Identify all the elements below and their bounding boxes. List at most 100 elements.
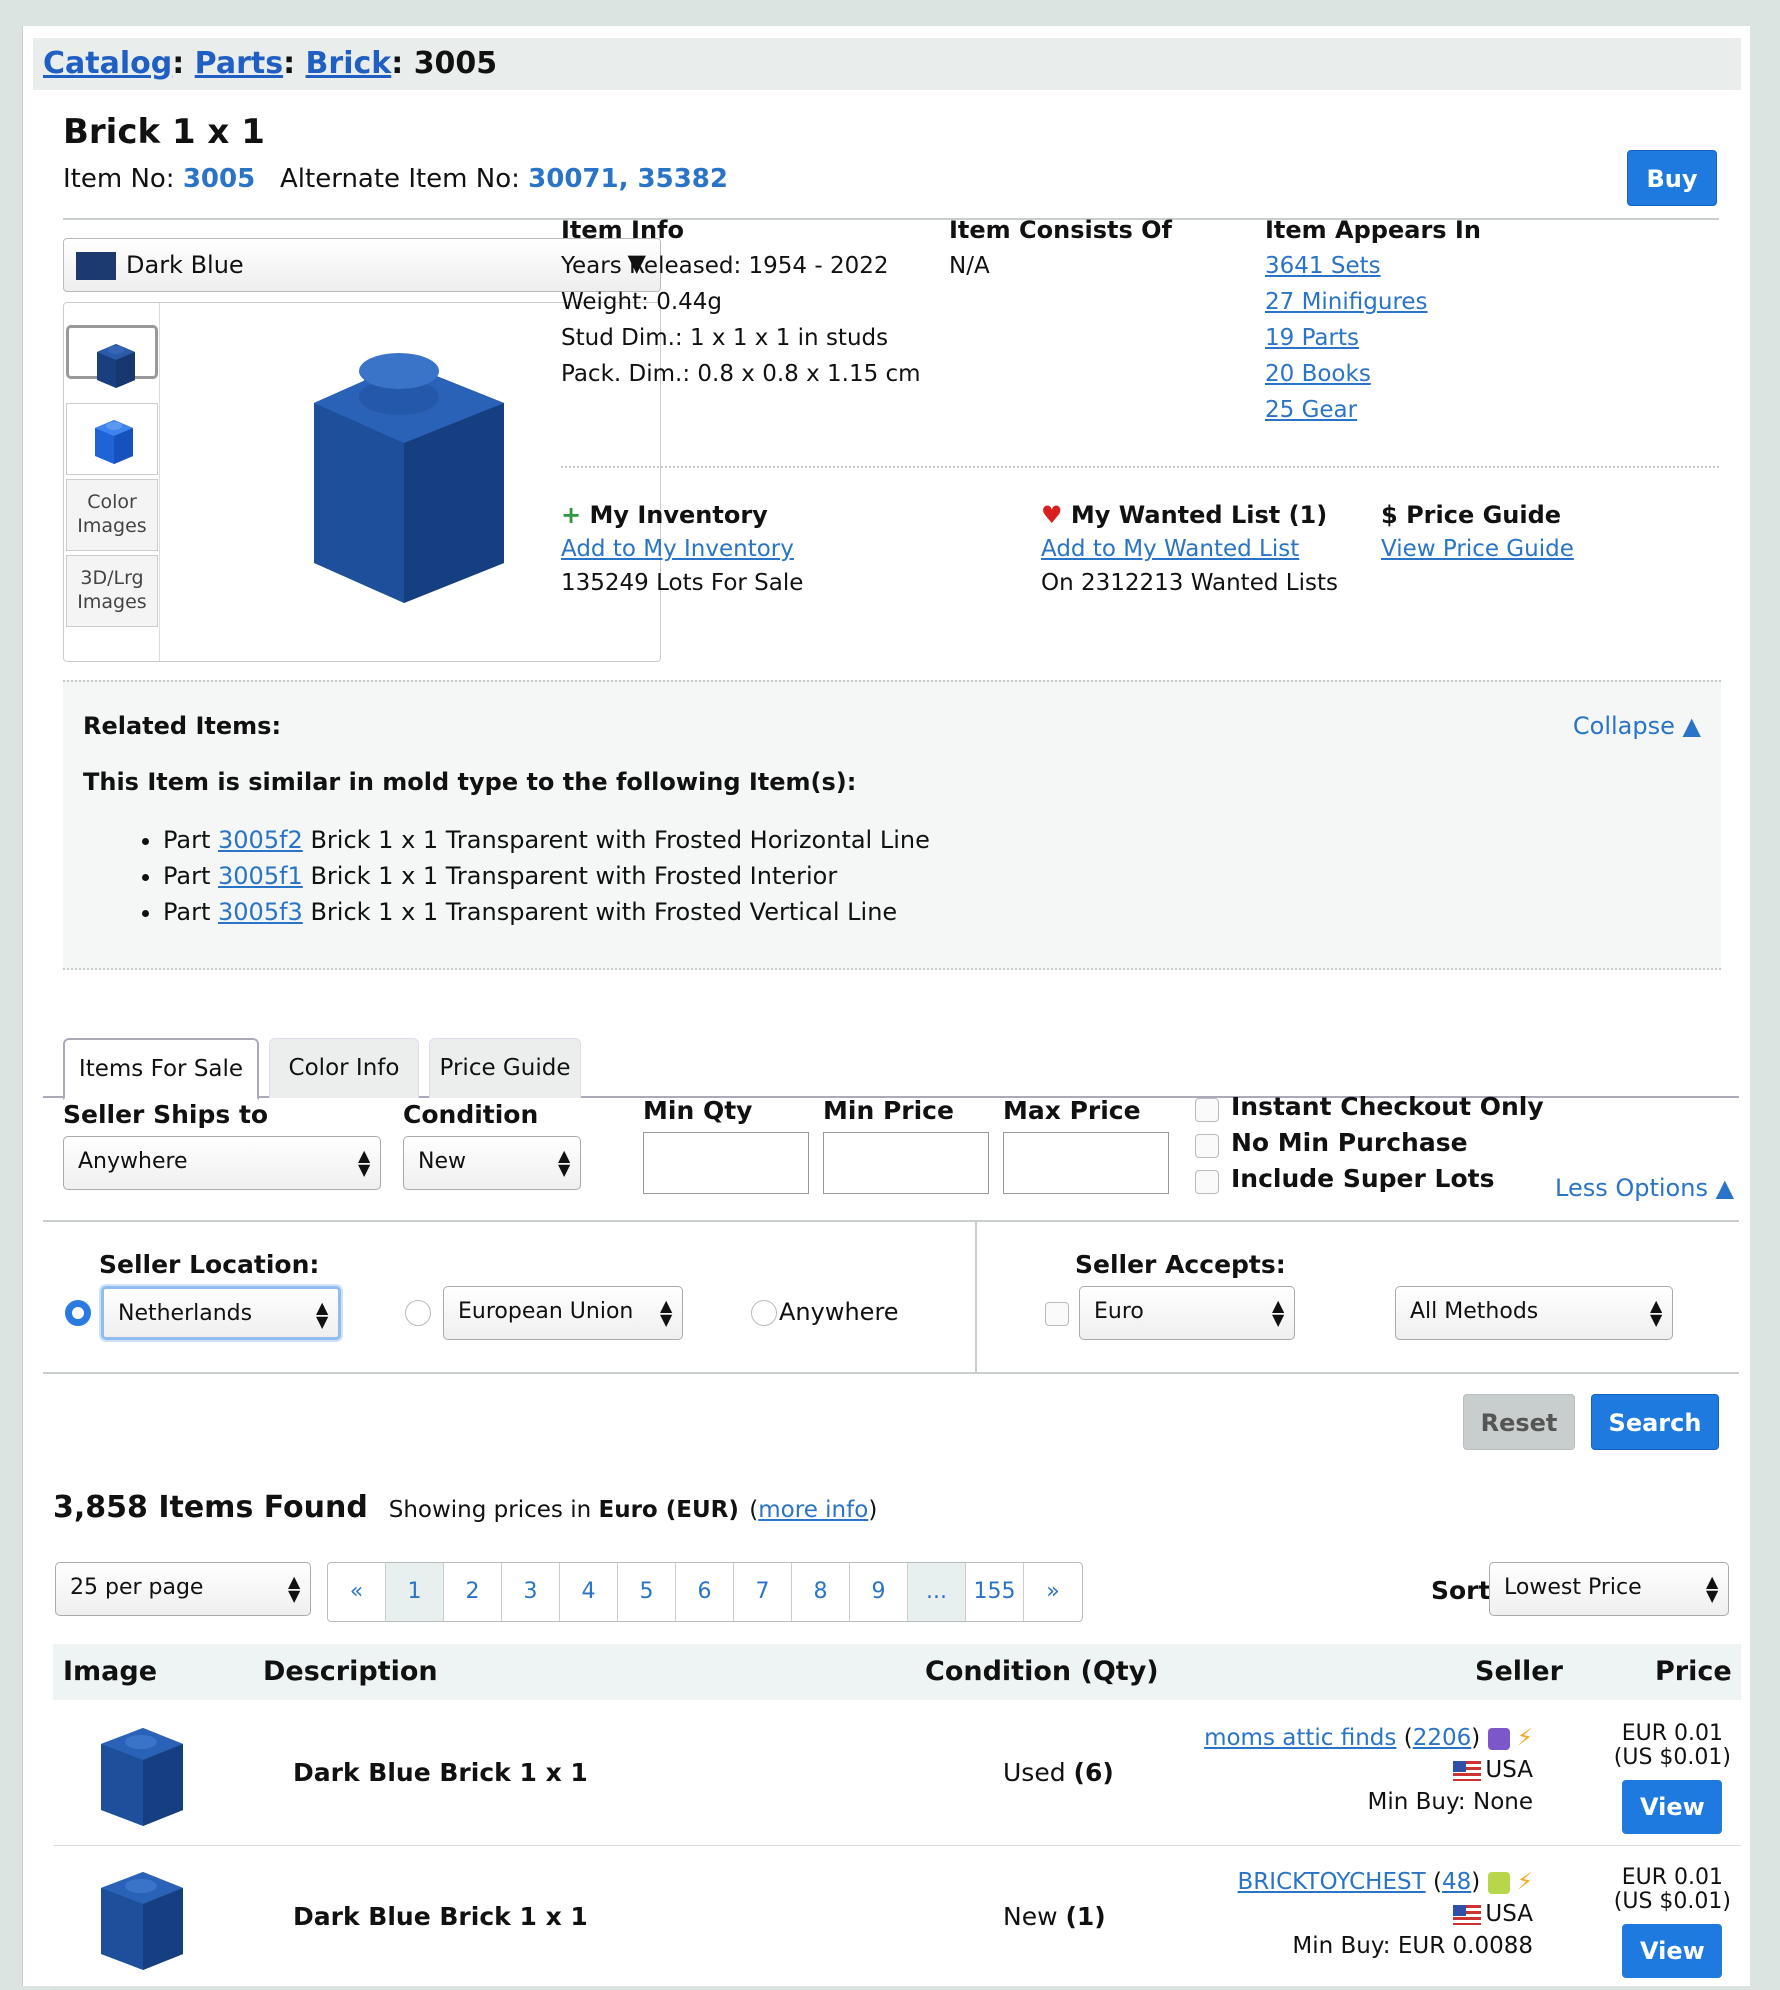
page-6[interactable]: 6 [676, 1563, 734, 1621]
max-price-input[interactable] [1003, 1132, 1169, 1194]
location-country-select[interactable]: Netherlands ▲ ▼ [101, 1286, 341, 1340]
page-next[interactable]: » [1024, 1563, 1082, 1621]
priceguide-block: $ Price Guide View Price Guide [1381, 501, 1574, 562]
accepts-checkbox[interactable] [1045, 1302, 1069, 1326]
link-gear[interactable]: 25 Gear [1265, 397, 1357, 423]
lrg-images-button[interactable]: 3D/Lrg Images [66, 555, 158, 627]
breadcrumb-current: 3005 [413, 46, 498, 81]
store-box-icon [1487, 1871, 1510, 1894]
price-cell: EUR 0.01 (US $0.01) View [1614, 1722, 1731, 1834]
updown-icon: ▲ ▼ [1706, 1572, 1719, 1605]
seller-link[interactable]: moms attic finds [1204, 1725, 1396, 1751]
wanted-block: ♥ My Wanted List (1) Add to My Wanted Li… [1041, 501, 1338, 596]
link-minifigures[interactable]: 27 Minifigures [1265, 289, 1428, 315]
page-4[interactable]: 4 [560, 1563, 618, 1621]
add-to-inventory-link[interactable]: Add to My Inventory [561, 536, 794, 562]
related-link[interactable]: 3005f1 [218, 862, 303, 890]
page-1[interactable]: 1 [386, 1563, 444, 1621]
results-summary: 3,858 Items Found Showing prices in Euro… [53, 1490, 878, 1525]
page-5[interactable]: 5 [618, 1563, 676, 1621]
min-qty-input[interactable] [643, 1132, 809, 1194]
table-row: Dark Blue Brick 1 x 1 Used (6) moms atti… [53, 1702, 1741, 1846]
heart-icon: ♥ [1041, 501, 1063, 529]
location-anywhere-radio[interactable] [751, 1300, 777, 1326]
usa-flag-icon [1453, 1904, 1482, 1925]
seller-cell: moms attic finds (2206) ⚡ USA Min Buy: N… [1204, 1725, 1533, 1815]
related-link[interactable]: 3005f2 [218, 826, 303, 854]
condition-select[interactable]: New ▲ ▼ [403, 1136, 581, 1190]
link-sets[interactable]: 3641 Sets [1265, 253, 1381, 279]
table-row: Dark Blue Brick 1 x 1 New (1) BRICKTOYCH… [53, 1846, 1741, 1990]
add-to-wanted-link[interactable]: Add to My Wanted List [1041, 536, 1299, 562]
item-no: 3005 [182, 164, 256, 194]
color-swatch [76, 252, 116, 280]
item-consists-of: Item Consists Of N/A [949, 216, 1172, 279]
inventory-block: + My Inventory Add to My Inventory 13524… [561, 501, 804, 596]
lightning-icon: ⚡ [1516, 1725, 1533, 1751]
pagination: « 1 2 3 4 5 6 7 8 9 ... 155 » [327, 1562, 1083, 1622]
more-info-link[interactable]: more info [758, 1497, 868, 1523]
seller-link[interactable]: BRICKTOYCHEST [1238, 1869, 1426, 1895]
sort-select[interactable]: Lowest Price ▲ ▼ [1489, 1562, 1729, 1616]
item-numbers: Item No: 3005 Alternate Item No: 30071, … [63, 164, 728, 194]
instant-checkout-checkbox[interactable] [1195, 1098, 1219, 1122]
feedback-link[interactable]: 2206 [1413, 1725, 1472, 1751]
lightning-icon: ⚡ [1516, 1869, 1533, 1895]
tab-color-info[interactable]: Color Info [269, 1038, 419, 1098]
list-item: Part 3005f2 Brick 1 x 1 Transparent with… [163, 822, 930, 858]
per-page-select[interactable]: 25 per page ▲ ▼ [55, 1562, 311, 1616]
buy-button[interactable]: Buy [1627, 150, 1717, 206]
page-2[interactable]: 2 [444, 1563, 502, 1621]
tab-price-guide[interactable]: Price Guide [429, 1038, 581, 1098]
updown-icon: ▲ ▼ [358, 1146, 371, 1179]
search-button[interactable]: Search [1591, 1394, 1719, 1450]
page: Catalog: Parts: Brick: 3005 Brick 1 x 1 … [22, 26, 1750, 1990]
page-7[interactable]: 7 [734, 1563, 792, 1621]
plus-icon: + [561, 501, 582, 529]
feedback-link[interactable]: 48 [1442, 1869, 1471, 1895]
super-lots-checkbox[interactable] [1195, 1170, 1219, 1194]
item-appears-in: Item Appears In 3641 Sets 27 Minifigures… [1265, 216, 1481, 423]
breadcrumb-parts[interactable]: Parts [195, 46, 283, 81]
updown-icon: ▲ ▼ [660, 1296, 673, 1329]
location-country-radio[interactable] [65, 1300, 91, 1326]
triangle-up-icon: ▲ [1682, 712, 1701, 740]
link-books[interactable]: 20 Books [1265, 361, 1371, 387]
thumbnail-2[interactable] [66, 403, 158, 475]
link-parts[interactable]: 19 Parts [1265, 325, 1359, 351]
related-list: Part 3005f2 Brick 1 x 1 Transparent with… [163, 822, 930, 930]
view-button[interactable]: View [1622, 1780, 1723, 1834]
thumbnail-1[interactable] [66, 325, 158, 388]
location-region-radio[interactable] [405, 1300, 431, 1326]
page-prev[interactable]: « [328, 1563, 386, 1621]
view-button[interactable]: View [1622, 1924, 1723, 1978]
reset-button[interactable]: Reset [1463, 1394, 1575, 1450]
color-images-button[interactable]: Color Images [66, 479, 158, 551]
currency-select[interactable]: Euro ▲ ▼ [1079, 1286, 1295, 1340]
page-8[interactable]: 8 [792, 1563, 850, 1621]
page-155[interactable]: 155 [966, 1563, 1024, 1621]
no-min-purchase-checkbox[interactable] [1195, 1134, 1219, 1158]
breadcrumb-brick[interactable]: Brick [306, 46, 392, 81]
min-price-input[interactable] [823, 1132, 989, 1194]
divider [561, 466, 1719, 468]
tab-items-for-sale[interactable]: Items For Sale [63, 1038, 259, 1100]
related-link[interactable]: 3005f3 [218, 898, 303, 926]
less-options-button[interactable]: Less Options ▲ [1555, 1174, 1734, 1202]
collapse-button[interactable]: Collapse ▲ [1573, 712, 1701, 740]
breadcrumb-catalog[interactable]: Catalog [43, 46, 172, 81]
seller-cell: BRICKTOYCHEST (48) ⚡ USA Min Buy: EUR 0.… [1237, 1869, 1533, 1959]
page-9[interactable]: 9 [850, 1563, 908, 1621]
location-region-select[interactable]: European Union ▲ ▼ [443, 1286, 683, 1340]
view-price-guide-link[interactable]: View Price Guide [1381, 536, 1574, 562]
condition-cell: New (1) [1003, 1902, 1106, 1931]
page-ellipsis[interactable]: ... [908, 1563, 966, 1621]
dollar-icon: $ [1381, 501, 1398, 529]
brick-row-image [101, 1872, 183, 1970]
page-title: Brick 1 x 1 [63, 112, 265, 152]
payment-methods-select[interactable]: All Methods ▲ ▼ [1395, 1286, 1673, 1340]
brick-thumb-icon [97, 344, 135, 388]
store-box-icon [1487, 1727, 1510, 1750]
page-3[interactable]: 3 [502, 1563, 560, 1621]
ships-to-select[interactable]: Anywhere ▲ ▼ [63, 1136, 381, 1190]
